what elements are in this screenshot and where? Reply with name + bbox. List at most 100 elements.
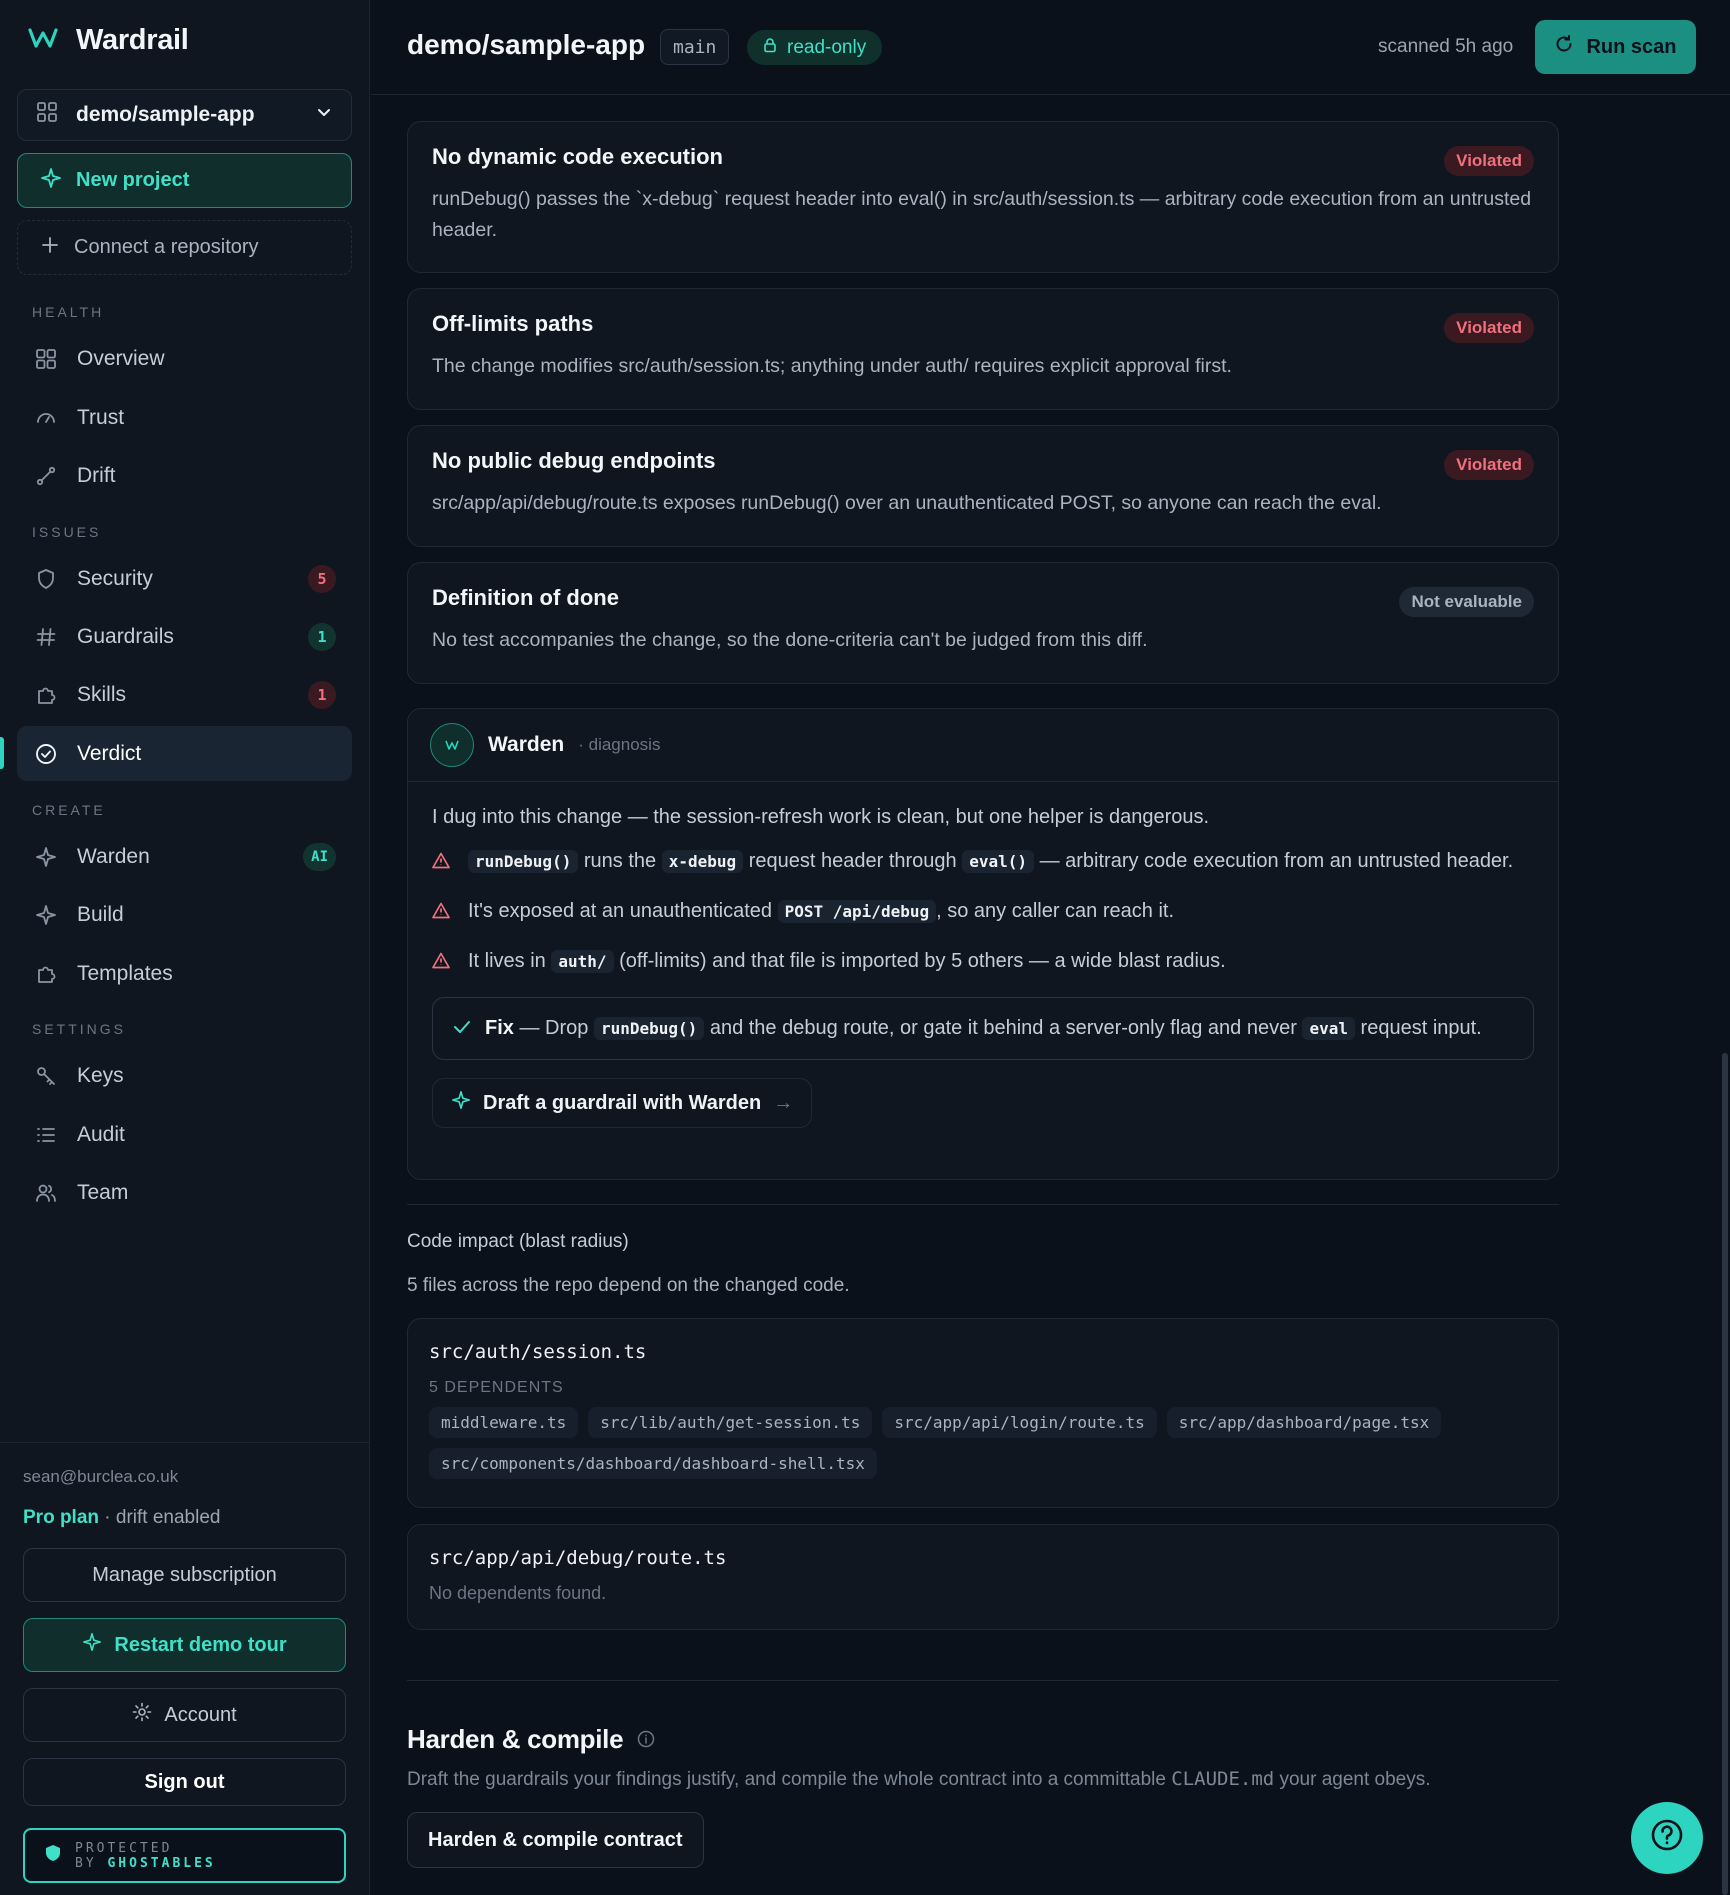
dependent-chip[interactable]: src/lib/auth/get-session.ts	[588, 1407, 873, 1438]
scrollbar[interactable]	[1722, 1053, 1728, 1895]
sidebar-item-label: Build	[77, 902, 124, 926]
divider	[407, 1204, 1559, 1205]
shield-icon	[45, 1844, 61, 1868]
sparkle-icon	[33, 844, 59, 870]
finding-text: It lives in auth/ (off-limits) and that …	[468, 945, 1226, 979]
info-icon[interactable]	[637, 1724, 655, 1755]
code-snippet: auth/	[551, 950, 614, 973]
fix-label: Fix	[485, 1017, 514, 1039]
code-snippet: eval()	[962, 850, 1035, 873]
sidebar-item-skills[interactable]: Skills 1	[17, 667, 352, 722]
dependent-chip[interactable]: middleware.ts	[429, 1407, 579, 1438]
sidebar-item-label: Drift	[77, 463, 116, 487]
harden-title: Harden & compile	[407, 1724, 624, 1754]
sidebar-item-drift[interactable]: Drift	[17, 448, 352, 503]
finding-item: It lives in auth/ (off-limits) and that …	[432, 945, 1534, 979]
dependents-label: 5 DEPENDENTS	[429, 1379, 564, 1396]
fix-fragment: request input.	[1360, 1017, 1482, 1039]
sidebar-item-keys[interactable]: Keys	[17, 1048, 352, 1103]
warden-header: Warden · diagnosis	[408, 709, 1558, 782]
account-button[interactable]: Account	[23, 1688, 346, 1742]
sidebar-item-team[interactable]: Team	[17, 1165, 352, 1220]
sidebar-item-guardrails[interactable]: Guardrails 1	[17, 609, 352, 664]
rule-card: No dynamic code execution Violated runDe…	[407, 121, 1559, 273]
protected-by-badge[interactable]: PROTECTED BY GHOSTABLES	[23, 1828, 346, 1883]
finding-fragment: It lives in	[468, 950, 546, 972]
sidebar-item-overview[interactable]: Overview	[17, 331, 352, 386]
impact-summary: 5 files across the repo depend on the ch…	[407, 1275, 850, 1296]
sidebar-item-verdict[interactable]: Verdict	[17, 726, 352, 781]
finding-fragment: — arbitrary code execution from an untru…	[1039, 850, 1514, 872]
sparkle-icon	[451, 1090, 471, 1116]
dependent-chip[interactable]: src/app/api/login/route.ts	[882, 1407, 1157, 1438]
connect-repository-button[interactable]: Connect a repository	[17, 220, 352, 275]
help-icon	[1650, 1818, 1684, 1858]
warden-intro: I dug into this change — the session-ref…	[432, 806, 1210, 828]
plan-suffix: · drift enabled	[104, 1507, 221, 1528]
puzzle-icon	[33, 682, 59, 708]
ai-badge: AI	[303, 842, 336, 871]
security-count-badge: 5	[308, 564, 336, 593]
sidebar-item-label: Verdict	[77, 741, 142, 765]
plan-name: Pro plan	[23, 1507, 100, 1528]
draft-guardrail-label: Draft a guardrail with Warden	[483, 1091, 762, 1114]
protected-line: PROTECTED	[75, 1840, 173, 1856]
sidebar-item-warden[interactable]: Warden AI	[17, 829, 352, 884]
draft-guardrail-button[interactable]: Draft a guardrail with Warden →	[432, 1078, 813, 1128]
sign-out-label: Sign out	[144, 1770, 225, 1793]
sidebar-item-trust[interactable]: Trust	[17, 390, 352, 445]
harden-desc-fragment: your agent obeys.	[1279, 1769, 1431, 1790]
rule-description: runDebug() passes the `x-debug` request …	[432, 188, 1532, 241]
rule-description: The change modifies src/auth/session.ts;…	[432, 355, 1232, 377]
project-select[interactable]: demo/sample-app	[17, 89, 352, 141]
finding-text: runDebug() runs the x-debug request head…	[468, 845, 1513, 879]
finding-item: runDebug() runs the x-debug request head…	[432, 845, 1534, 879]
status-badge: Violated	[1444, 450, 1534, 480]
section-label-issues: ISSUES	[32, 524, 102, 540]
code-snippet: runDebug()	[468, 850, 579, 873]
dependent-chip[interactable]: src/components/dashboard/dashboard-shell…	[429, 1448, 877, 1479]
grid-icon	[36, 101, 58, 129]
harden-compile-button[interactable]: Harden & compile contract	[407, 1812, 704, 1868]
arrow-right-icon: →	[773, 1091, 794, 1114]
user-email: sean@burclea.co.uk	[23, 1467, 179, 1486]
users-icon	[33, 1180, 59, 1206]
protected-by-text: PROTECTED BY GHOSTABLES	[75, 1841, 216, 1871]
status-badge: Violated	[1444, 146, 1534, 176]
sparkle-icon	[40, 167, 62, 195]
status-badge: Not evaluable	[1399, 587, 1534, 617]
manage-subscription-button[interactable]: Manage subscription	[23, 1548, 346, 1602]
sidebar-item-security[interactable]: Security 5	[17, 551, 352, 606]
rule-description: src/app/api/debug/route.ts exposes runDe…	[432, 492, 1382, 514]
sidebar-item-label: Trust	[77, 405, 125, 429]
help-button[interactable]	[1631, 1802, 1703, 1874]
sidebar-item-label: Keys	[77, 1063, 124, 1087]
sidebar-item-audit[interactable]: Audit	[17, 1107, 352, 1162]
harden-description: Draft the guardrails your findings justi…	[407, 1768, 1431, 1791]
dependent-chip[interactable]: src/app/dashboard/page.tsx	[1166, 1407, 1442, 1438]
dependents-list: middleware.ts src/lib/auth/get-session.t…	[429, 1407, 1537, 1479]
file-name: src/app/api/debug/route.ts	[429, 1547, 727, 1569]
rule-title: Off-limits paths	[432, 311, 594, 336]
hash-icon	[33, 624, 59, 650]
branch-badge: main	[660, 29, 730, 65]
new-project-button[interactable]: New project	[17, 153, 352, 208]
sparkle-icon	[82, 1632, 102, 1658]
code-snippet: POST /api/debug	[777, 900, 937, 923]
scan-timestamp: scanned 5h ago	[1378, 36, 1514, 57]
page-title: demo/sample-app	[407, 29, 646, 60]
sidebar-item-label: Security	[77, 566, 153, 590]
sidebar-item-build[interactable]: Build	[17, 887, 352, 942]
plan-status: Pro plan · drift enabled	[23, 1507, 220, 1529]
code-snippet: runDebug()	[593, 1017, 705, 1040]
finding-fragment: , so any caller can reach it.	[936, 900, 1174, 922]
run-scan-button[interactable]: Run scan	[1535, 20, 1696, 74]
sign-out-button[interactable]: Sign out	[23, 1758, 346, 1806]
new-project-label: New project	[76, 169, 190, 191]
finding-text: It's exposed at an unauthenticated POST …	[468, 895, 1174, 929]
key-icon	[33, 1063, 59, 1089]
fix-text: Fix — Drop runDebug() and the debug rout…	[485, 1017, 1482, 1040]
restart-demo-tour-button[interactable]: Restart demo tour	[23, 1618, 346, 1672]
brand[interactable]: Wardrail	[28, 24, 189, 57]
sidebar-item-templates[interactable]: Templates	[17, 946, 352, 1001]
